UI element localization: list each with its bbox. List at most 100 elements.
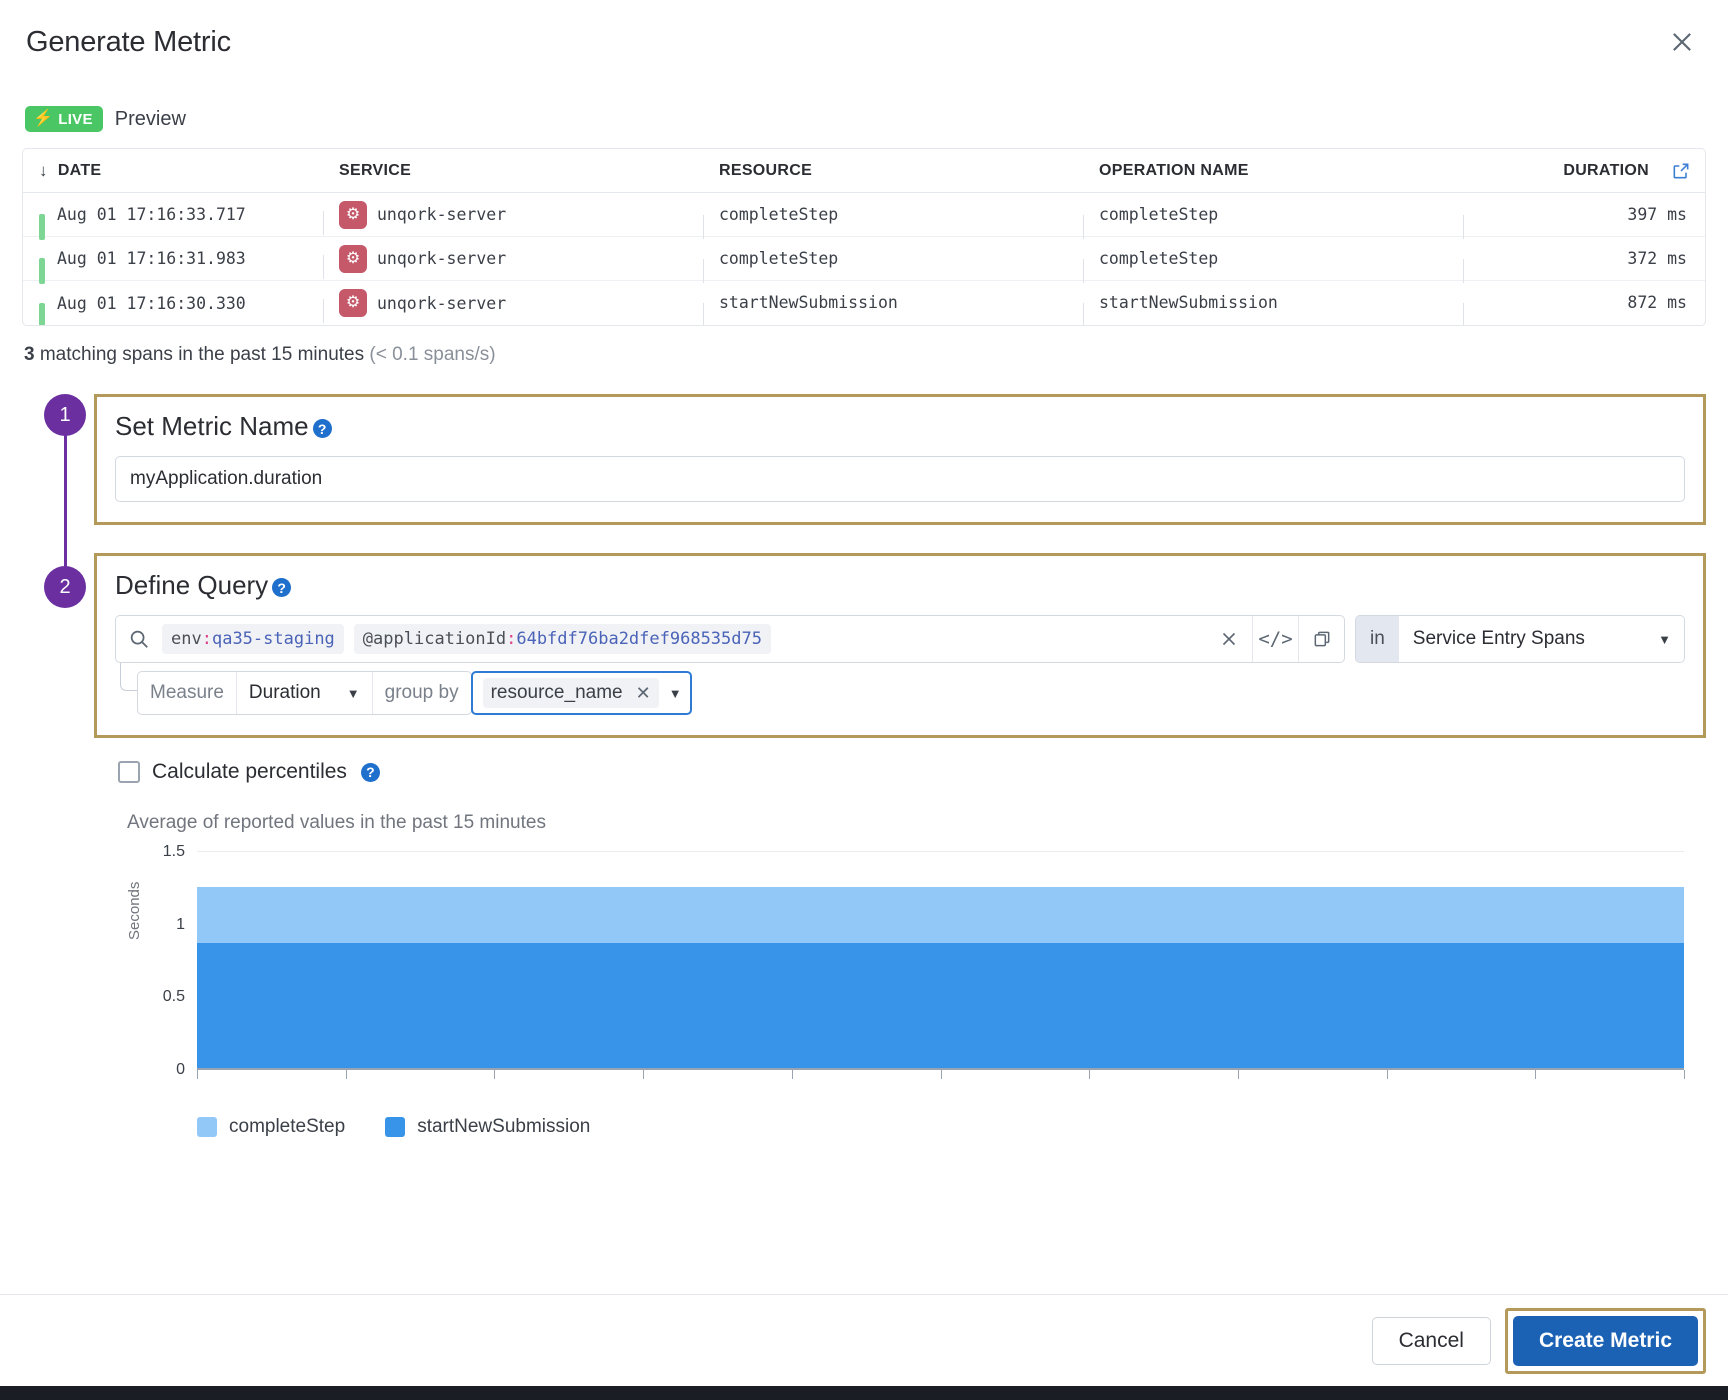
group-by-tag[interactable]: resource_name ✕ [482, 678, 659, 708]
define-query-section: Define Query ? env:qa35-staging @applica… [94, 553, 1706, 738]
spans-rate: (< 0.1 spans/s) [369, 344, 496, 365]
legend-item[interactable]: startNewSubmission [385, 1116, 590, 1138]
table-header-row: ↓ DATE SERVICE RESOURCE OPERATION NAME D… [23, 149, 1705, 193]
metric-name-input[interactable] [115, 456, 1685, 502]
chart-legend: completeStep startNewSubmission [197, 1116, 1706, 1138]
spans-count: 3 [24, 344, 35, 365]
group-by-tag-label: resource_name [490, 682, 623, 703]
chevron-down-icon[interactable]: ▼ [669, 686, 682, 701]
status-indicator [39, 302, 45, 325]
spans-table: ↓ DATE SERVICE RESOURCE OPERATION NAME D… [22, 148, 1706, 326]
step-2-title-text: Define Query [115, 570, 269, 600]
code-icon-glyph: </> [1258, 628, 1293, 650]
y-axis-tick-label: 1 [176, 915, 185, 933]
status-indicator [39, 258, 45, 284]
legend-item[interactable]: completeStep [197, 1116, 345, 1138]
x-axis-tick [1089, 1070, 1091, 1079]
chevron-down-icon: ▼ [1658, 631, 1671, 647]
y-axis-tick-label: 0 [176, 1061, 185, 1078]
query-search-bar[interactable]: env:qa35-staging @applicationId:64bfdf76… [115, 615, 1345, 663]
column-header-resource[interactable]: RESOURCE [703, 162, 1083, 180]
help-icon[interactable]: ? [272, 578, 292, 597]
table-row[interactable]: Aug 01 17:16:33.717 ⚙ unqork-server comp… [23, 193, 1705, 240]
cancel-button[interactable]: Cancel [1371, 1316, 1491, 1365]
measure-value: Duration [248, 682, 321, 703]
cell-service: ⚙ unqork-server [323, 289, 703, 323]
y-axis-label: Seconds [126, 881, 143, 940]
chart-caption: Average of reported values in the past 1… [127, 812, 546, 833]
spans-summary-text: matching spans in the past 15 minutes [34, 344, 370, 365]
y-axis-tick-label: 0.5 [162, 988, 185, 1006]
help-icon[interactable]: ? [360, 762, 380, 782]
set-metric-name-title: Set Metric Name ? [115, 411, 1685, 442]
column-header-service[interactable]: SERVICE [323, 162, 703, 180]
copy-icon[interactable] [1298, 616, 1344, 662]
code-view-icon[interactable]: </> [1252, 616, 1298, 662]
page-title: Generate Metric [26, 25, 231, 58]
cell-date: Aug 01 17:16:31.983 [23, 249, 323, 284]
scope-value[interactable]: Service Entry Spans ▼ [1398, 616, 1684, 662]
x-axis-tick [345, 1070, 347, 1079]
chevron-down-icon: ▼ [346, 685, 360, 701]
cell-service: ⚙ unqork-server [323, 244, 703, 279]
column-label-date: DATE [57, 161, 102, 179]
measure-select[interactable]: Duration ▼ [237, 672, 373, 714]
legend-swatch [385, 1117, 406, 1137]
external-link-icon[interactable] [1671, 161, 1691, 181]
x-axis-tick [940, 1070, 942, 1079]
remove-tag-icon[interactable]: ✕ [636, 683, 651, 704]
create-metric-highlight: Create Metric [1504, 1307, 1706, 1374]
column-header-duration[interactable]: DURATION [1463, 161, 1705, 181]
modal-footer: Cancel Create Metric [0, 1294, 1728, 1386]
divider [323, 299, 324, 323]
calculate-percentiles-row: Calculate percentiles ? [118, 760, 1706, 784]
cell-resource: startNewSubmission [703, 293, 1083, 325]
step-1-marker: 1 [44, 394, 86, 436]
help-icon[interactable]: ? [312, 419, 332, 438]
cell-date: Aug 01 17:16:33.717 [23, 205, 323, 240]
scope-selector[interactable]: in Service Entry Spans ▼ [1355, 615, 1685, 663]
modal-header: Generate Metric [0, 0, 1728, 84]
cell-operation: completeStep [1083, 205, 1463, 239]
column-header-date[interactable]: ↓ DATE [23, 161, 323, 181]
legend-label: completeStep [229, 1116, 346, 1137]
cell-resource: completeStep [703, 249, 1083, 283]
close-icon[interactable] [1662, 22, 1702, 62]
sort-descending-icon: ↓ [39, 160, 48, 180]
facet-env[interactable]: env:qa35-staging [162, 624, 344, 654]
bar-segment-completestep[interactable] [197, 887, 1684, 944]
divider [323, 210, 324, 235]
column-header-operation-name[interactable]: OPERATION NAME [1083, 162, 1463, 180]
service-icon: ⚙ [339, 289, 367, 317]
table-row[interactable]: Aug 01 17:16:31.983 ⚙ unqork-server comp… [23, 237, 1705, 284]
group-by-select[interactable]: resource_name ✕ ▼ [470, 671, 692, 715]
steps-container: 1 2 Set Metric Name ? Define Query ? [22, 394, 1706, 738]
calculate-percentiles-checkbox[interactable] [118, 761, 140, 783]
x-axis-tick [494, 1070, 496, 1079]
cell-date: Aug 01 17:16:30.330 [23, 294, 323, 325]
cell-operation: completeStep [1083, 249, 1463, 283]
create-metric-button[interactable]: Create Metric [1512, 1315, 1698, 1366]
calculate-percentiles-label: Calculate percentiles [152, 760, 347, 783]
search-icon [116, 628, 162, 650]
measure-row: Measure Duration ▼ group by resource_nam… [115, 663, 1685, 715]
divider [703, 214, 704, 239]
service-icon: ⚙ [339, 200, 367, 229]
clear-query-icon[interactable] [1206, 616, 1252, 662]
cell-duration: 397 ms [1463, 205, 1705, 239]
group-by-label: group by [384, 682, 459, 703]
metric-preview-chart: Seconds 0 0.5 1 1.5 [22, 843, 1706, 1092]
y-axis-tick-label: 1.5 [162, 843, 185, 860]
cell-resource: completeStep [703, 205, 1083, 239]
table-row[interactable]: Aug 01 17:16:30.330 ⚙ unqork-server star… [23, 281, 1705, 325]
status-indicator [39, 214, 45, 240]
facet-application-id[interactable]: @applicationId:64bfdf76ba2dfef968535d75 [353, 624, 771, 654]
modal-body: ⚡ LIVE Preview ↓ DATE SERVICE RESOURCE O… [0, 84, 1728, 1294]
divider [1463, 258, 1464, 283]
set-metric-name-section: Set Metric Name ? [94, 394, 1706, 525]
divider [1083, 258, 1084, 283]
bar-segment-startnewsubmission[interactable] [197, 943, 1684, 1070]
x-axis-tick [791, 1070, 793, 1079]
divider [1083, 214, 1084, 239]
x-axis-tick [1535, 1070, 1537, 1079]
